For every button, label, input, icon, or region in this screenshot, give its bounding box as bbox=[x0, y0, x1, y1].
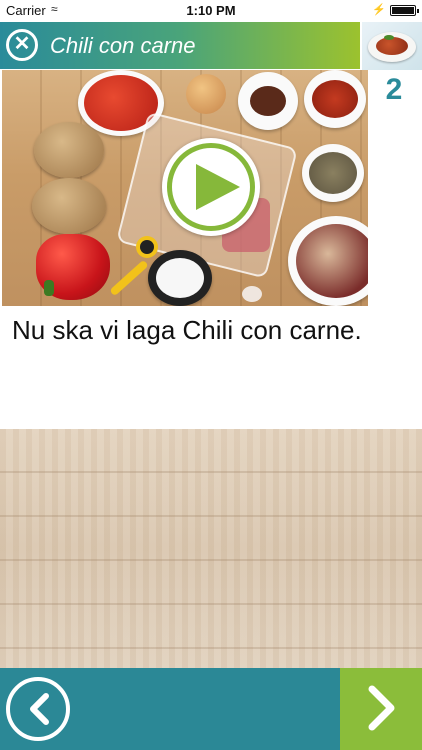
next-step-button[interactable] bbox=[340, 668, 422, 750]
charging-icon: ⚡ bbox=[372, 4, 386, 16]
pepper-bowl bbox=[302, 144, 364, 202]
onion bbox=[186, 74, 226, 114]
play-video-button[interactable] bbox=[162, 138, 260, 236]
recipe-title: Chili con carne bbox=[50, 33, 196, 58]
instruction-text: Nu ska vi laga Chili con carne. bbox=[12, 315, 362, 345]
clock: 1:10 PM bbox=[186, 3, 236, 18]
step-number: 2 bbox=[370, 70, 418, 110]
wood-panel bbox=[0, 429, 422, 668]
status-bar: Carrier ≈ 1:10 PM ⚡ bbox=[0, 0, 422, 22]
battery-icon bbox=[390, 5, 419, 16]
bread-roll bbox=[34, 122, 104, 178]
chevron-left-icon bbox=[30, 693, 49, 725]
close-button[interactable]: ✕ bbox=[6, 29, 38, 61]
chevron-right-icon bbox=[368, 685, 395, 731]
recipe-thumbnail bbox=[362, 22, 422, 70]
paprika-bowl bbox=[304, 70, 366, 128]
spice-bowl bbox=[238, 72, 298, 130]
previous-step-button[interactable] bbox=[6, 677, 70, 741]
salt-bowl bbox=[148, 250, 212, 306]
close-icon: ✕ bbox=[13, 33, 31, 55]
bread-roll bbox=[32, 178, 106, 234]
play-icon bbox=[196, 164, 240, 210]
red-pepper bbox=[36, 234, 110, 300]
garlic bbox=[242, 286, 262, 302]
